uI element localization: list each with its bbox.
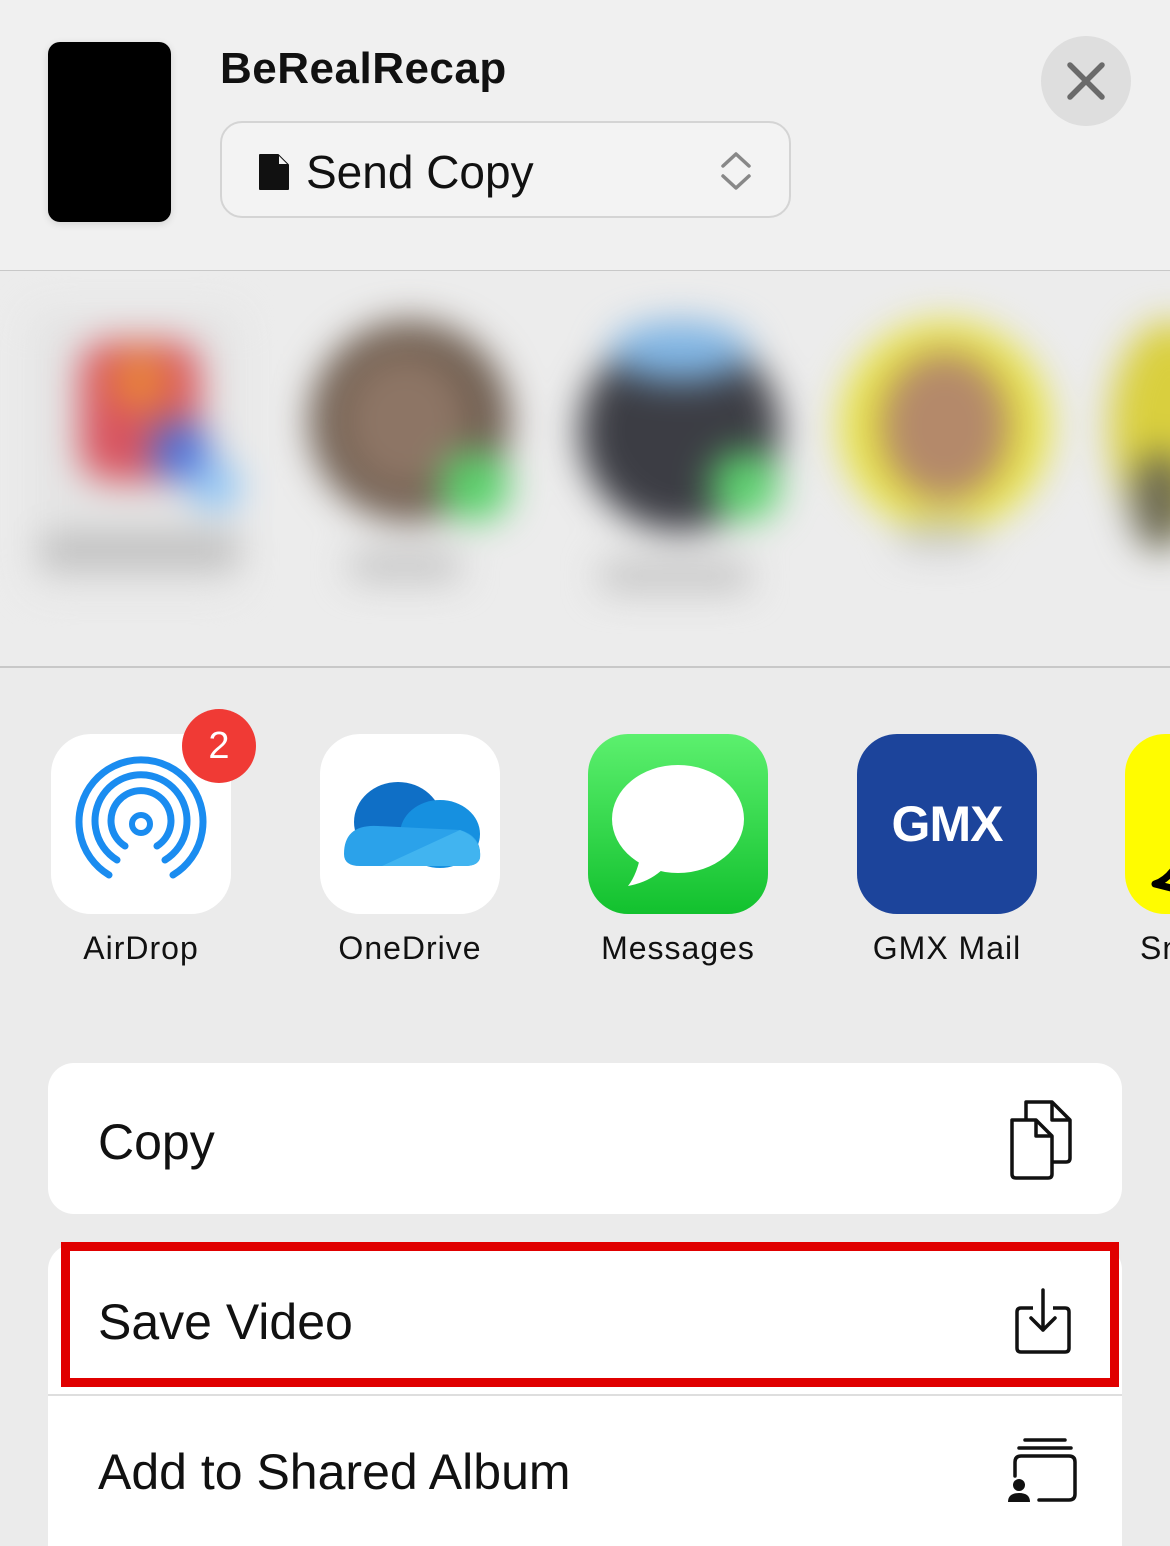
app-label: Messages: [601, 930, 755, 966]
app-label: AirDrop: [83, 930, 199, 966]
close-icon: [1067, 62, 1105, 100]
close-button[interactable]: [1041, 36, 1131, 126]
share-sheet-header: BeRealRecap Send Copy: [0, 0, 1170, 270]
gmx-icon: GMX: [857, 734, 1037, 914]
send-mode-value: Send Copy: [306, 146, 534, 198]
app-label: Sn: [1140, 930, 1170, 966]
onedrive-icon: [320, 734, 500, 914]
app-gmx-mail[interactable]: GMX GMX Mail: [857, 734, 1037, 967]
app-airdrop[interactable]: 2 AirDrop: [51, 709, 256, 967]
copy-label: Copy: [98, 1114, 215, 1170]
app-label: OneDrive: [338, 930, 482, 966]
app-onedrive[interactable]: OneDrive: [320, 734, 500, 967]
people-suggestions: [0, 271, 1170, 666]
document-icon: [259, 154, 289, 190]
add-to-shared-album-action[interactable]: Add to Shared Album: [48, 1396, 1122, 1546]
airdrop-badge: 2: [182, 709, 256, 783]
app-messages[interactable]: Messages: [588, 734, 768, 967]
app-label: GMX Mail: [872, 930, 1022, 966]
airdrop-icon: 2: [51, 709, 256, 914]
save-video-highlight: [61, 1242, 1119, 1387]
gmx-logo-text: GMX: [891, 796, 1004, 852]
send-mode-select[interactable]: Send Copy: [220, 121, 791, 218]
shared-album-label: Add to Shared Album: [98, 1444, 571, 1500]
app-snapchat[interactable]: Sn: [1125, 734, 1170, 967]
snapchat-icon: [1125, 734, 1170, 914]
shared-album-icon: [1005, 1438, 1077, 1506]
messages-icon: [588, 734, 768, 914]
copy-action[interactable]: Copy: [48, 1063, 1122, 1214]
people-divider: [0, 666, 1170, 668]
copy-icon: [1010, 1100, 1072, 1180]
video-thumbnail: [48, 42, 171, 222]
file-title: BeRealRecap: [220, 44, 507, 93]
chevron-up-down-icon: [721, 152, 751, 190]
